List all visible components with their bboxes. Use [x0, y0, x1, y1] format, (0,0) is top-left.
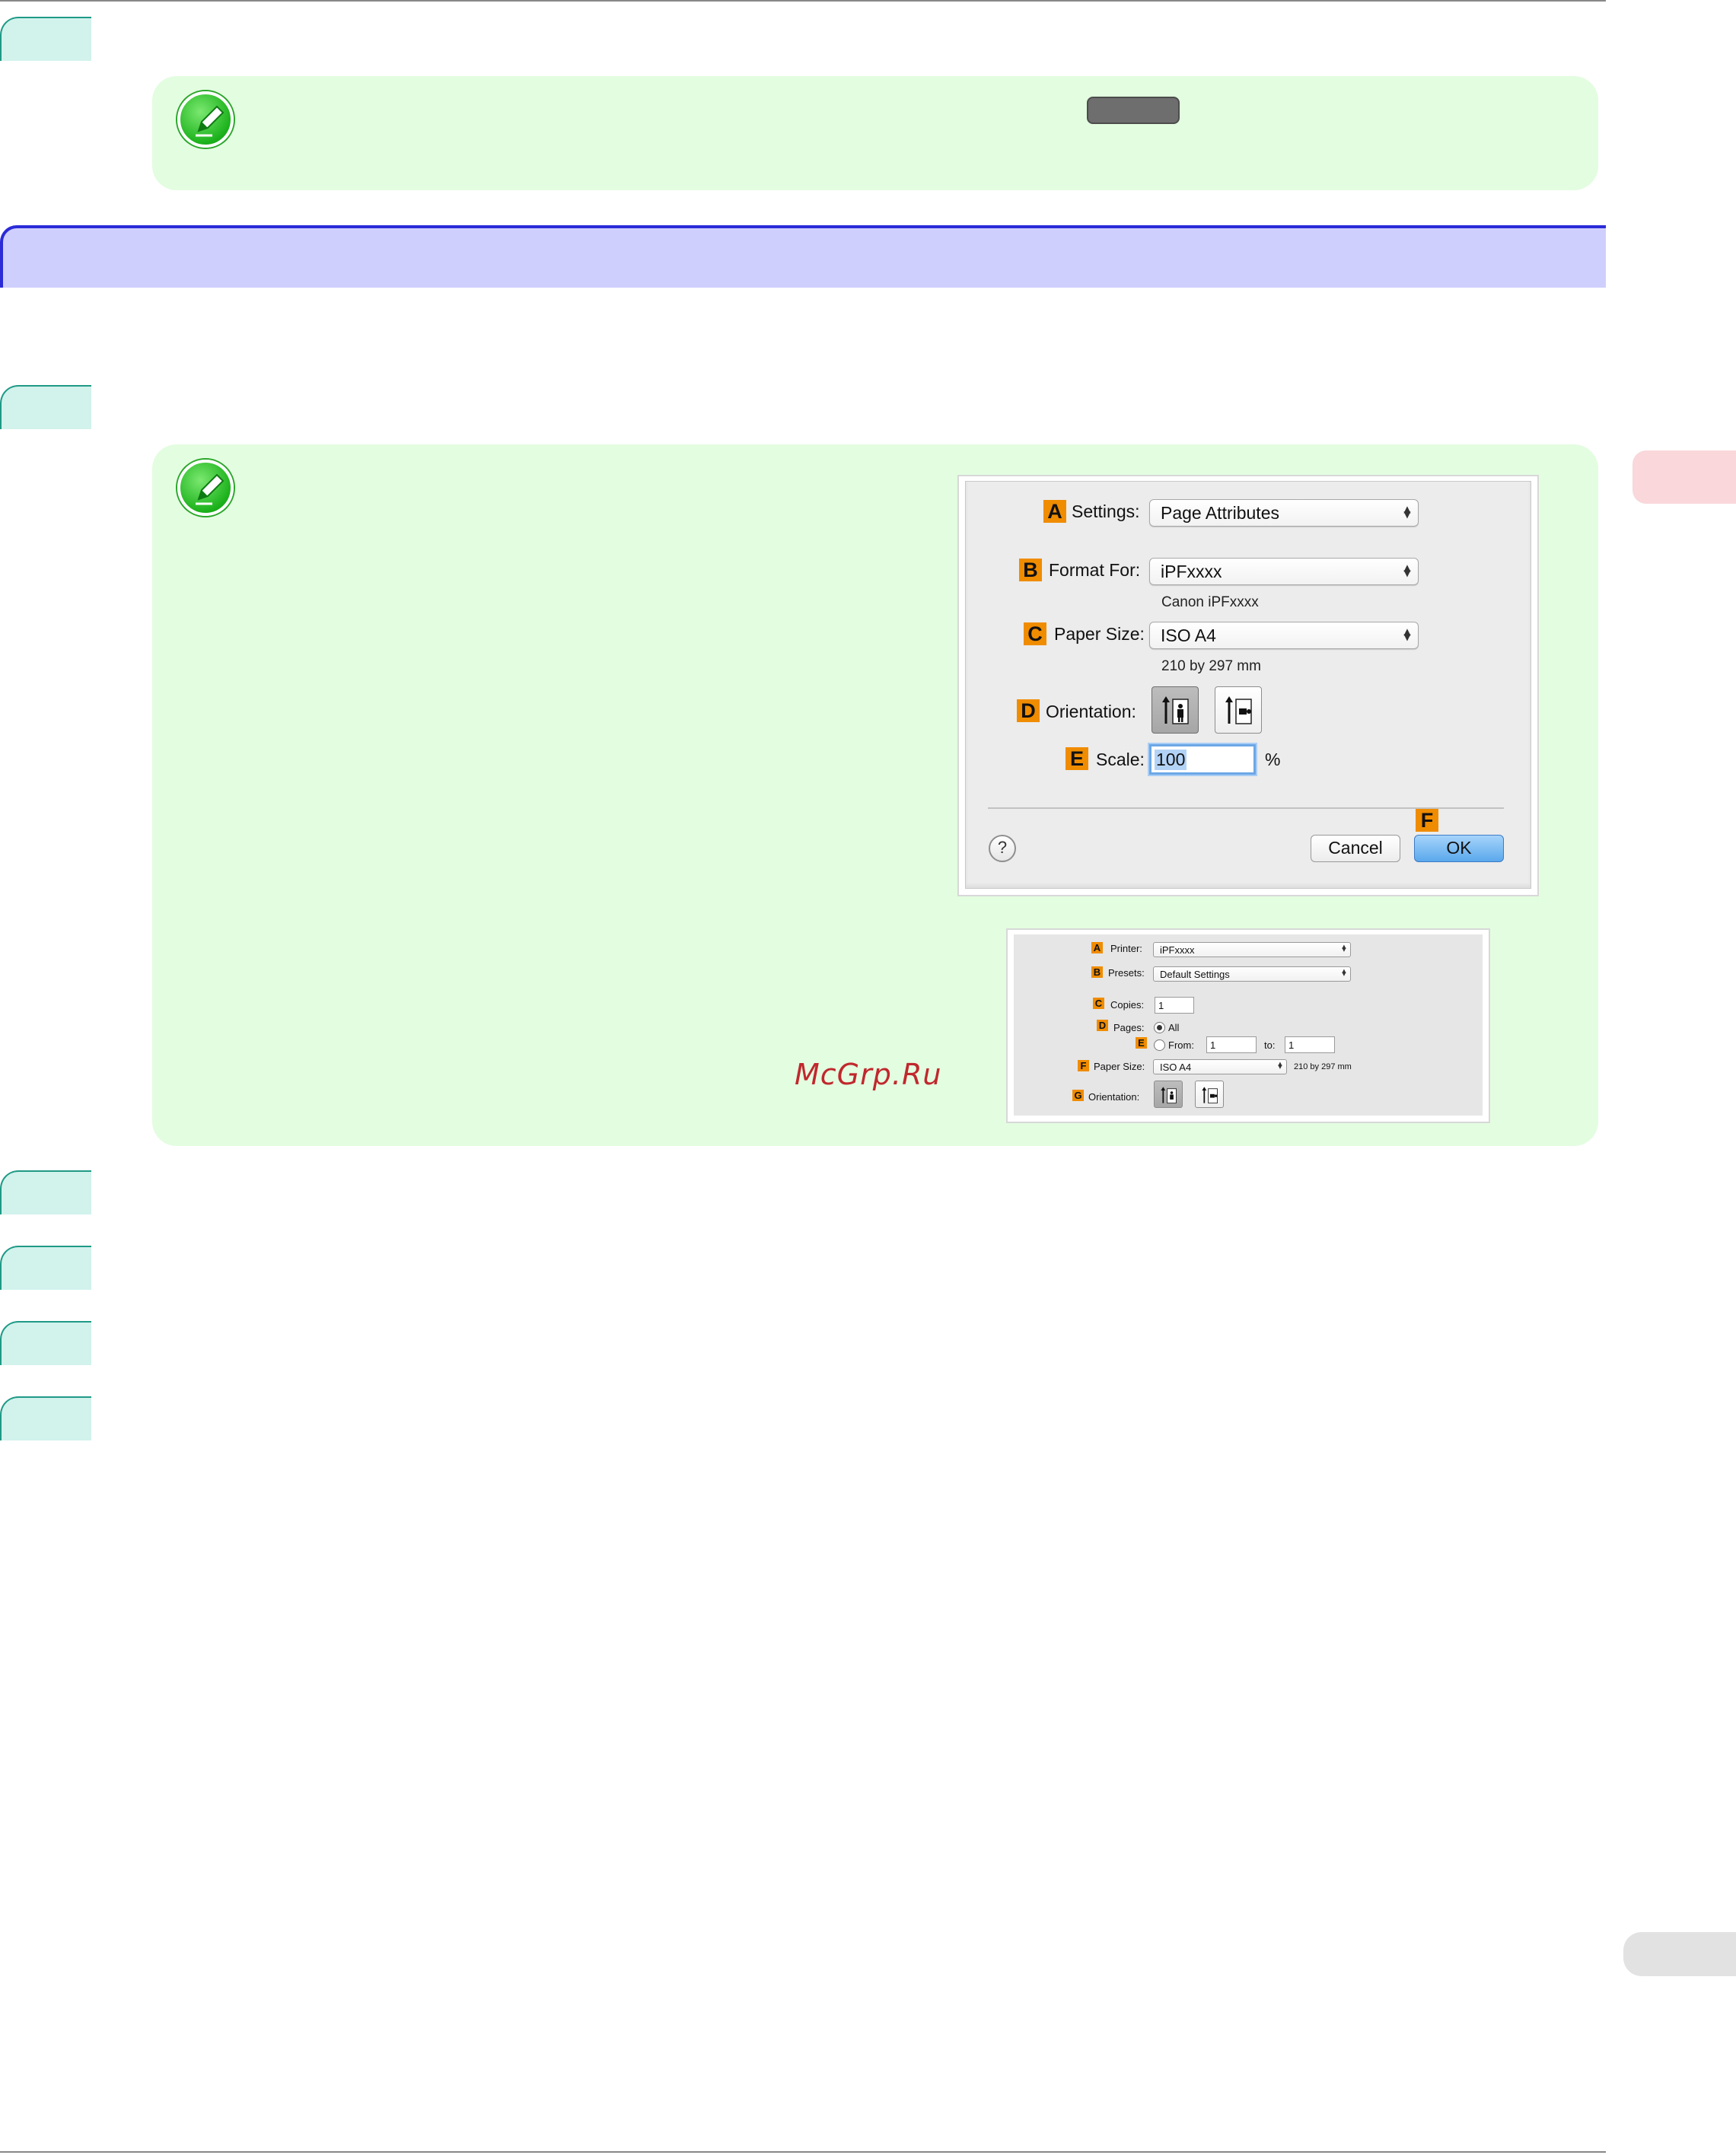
presets-label: Presets: — [1108, 967, 1145, 979]
key-badge — [1087, 97, 1180, 124]
callout-tag: E — [1065, 747, 1088, 770]
settings-value: Page Attributes — [1161, 503, 1279, 523]
landscape-orientation-button[interactable] — [1215, 686, 1262, 734]
pages-range-radio[interactable] — [1154, 1039, 1165, 1051]
bottom-rule — [0, 2151, 1606, 2153]
paper-size-dimensions: 210 by 297 mm — [1294, 1062, 1352, 1071]
settings-label: Settings: — [1072, 501, 1140, 521]
pages-all-radio[interactable] — [1154, 1022, 1165, 1033]
note-box — [152, 76, 1598, 190]
scale-label: Scale: — [1096, 750, 1145, 769]
pages-all-label: All — [1168, 1022, 1180, 1033]
callout-tag: D — [1017, 699, 1040, 722]
format-for-printer-name: Canon iPFxxxx — [1161, 594, 1259, 610]
pages-to-label: to: — [1264, 1039, 1276, 1051]
print-dialog — [1014, 934, 1483, 1116]
paper-size-dimensions: 210 by 297 mm — [1161, 658, 1261, 674]
callout-tag: G — [1072, 1090, 1084, 1101]
callout-tag: A — [1043, 500, 1066, 523]
printer-label: Printer: — [1110, 943, 1142, 954]
popup-arrows-icon: ▲ ▼ — [1342, 968, 1346, 977]
orientation-label: Orientation: — [1088, 1091, 1140, 1103]
top-rule — [0, 0, 1606, 2]
pages-from-input[interactable]: 1 — [1206, 1036, 1257, 1053]
section-heading-band — [0, 225, 1606, 288]
scale-value: 100 — [1155, 750, 1187, 770]
pages-to-input[interactable]: 1 — [1285, 1036, 1335, 1053]
paper-size-label: Paper Size: — [1054, 624, 1145, 644]
popup-arrows-icon: ▲ ▼ — [1403, 626, 1411, 642]
format-for-value: iPFxxxx — [1161, 562, 1222, 581]
paper-size-popup[interactable]: ISO A4 ▲ ▼ — [1149, 622, 1419, 649]
step-tab — [0, 1246, 91, 1290]
portrait-orientation-button[interactable] — [1151, 686, 1199, 734]
popup-arrows-icon: ▲ ▼ — [1403, 562, 1411, 578]
callout-tag: B — [1091, 966, 1103, 978]
callout-tag: E — [1136, 1037, 1147, 1049]
presets-popup[interactable]: Default Settings ▲ ▼ — [1153, 966, 1351, 982]
callout-tag: B — [1019, 559, 1042, 581]
help-button[interactable]: ? — [989, 835, 1016, 862]
step-tab — [0, 1321, 91, 1365]
copies-value: 1 — [1158, 1000, 1164, 1011]
format-for-popup[interactable]: iPFxxxx ▲ ▼ — [1149, 558, 1419, 585]
page-setup-dialog — [965, 481, 1531, 889]
scale-input[interactable]: 100 — [1149, 744, 1256, 775]
step-tab — [0, 17, 91, 61]
copies-input[interactable]: 1 — [1155, 997, 1194, 1014]
ok-button[interactable]: OK — [1414, 835, 1504, 862]
copies-label: Copies: — [1110, 999, 1145, 1011]
cancel-button[interactable]: Cancel — [1311, 835, 1400, 862]
callout-tag: C — [1024, 622, 1046, 645]
callout-tag: A — [1091, 942, 1103, 953]
paper-size-popup[interactable]: ISO A4 ▲ ▼ — [1153, 1059, 1287, 1074]
settings-popup[interactable]: Page Attributes ▲ ▼ — [1149, 499, 1419, 527]
portrait-orientation-button[interactable] — [1154, 1081, 1183, 1108]
pages-to-value: 1 — [1288, 1039, 1295, 1051]
page-side-tab[interactable] — [1623, 1932, 1736, 1976]
chapter-side-tab[interactable] — [1632, 450, 1736, 504]
landscape-orientation-button[interactable] — [1195, 1081, 1224, 1108]
callout-tag: D — [1097, 1020, 1108, 1031]
paper-size-value: ISO A4 — [1161, 625, 1216, 645]
portrait-orientation-icon — [1162, 696, 1189, 724]
orientation-label: Orientation: — [1046, 702, 1136, 721]
landscape-orientation-icon — [1202, 1087, 1218, 1104]
paper-size-value: ISO A4 — [1160, 1062, 1192, 1073]
help-icon: ? — [997, 838, 1008, 857]
callout-tag: F — [1416, 809, 1438, 832]
pencil-note-icon — [177, 91, 234, 148]
format-for-label: Format For: — [1049, 560, 1141, 580]
callout-tag: C — [1093, 998, 1104, 1009]
paper-size-label: Paper Size: — [1094, 1061, 1145, 1072]
landscape-orientation-icon — [1225, 696, 1252, 724]
popup-arrows-icon: ▲ ▼ — [1278, 1061, 1282, 1070]
step-tab — [0, 1170, 91, 1214]
pages-from-label: From: — [1168, 1039, 1194, 1051]
step-tab — [0, 1396, 91, 1440]
printer-popup[interactable]: iPFxxxx ▲ ▼ — [1153, 942, 1351, 957]
pencil-note-icon — [177, 460, 234, 516]
step-tab — [0, 385, 91, 429]
popup-arrows-icon: ▲ ▼ — [1342, 944, 1346, 953]
scale-unit: % — [1265, 750, 1281, 769]
pages-from-value: 1 — [1210, 1039, 1216, 1051]
watermark: McGrp.Ru — [795, 1058, 942, 1091]
callout-tag: F — [1078, 1060, 1089, 1071]
printer-value: iPFxxxx — [1160, 944, 1195, 956]
pages-label: Pages: — [1113, 1022, 1145, 1033]
presets-value: Default Settings — [1160, 969, 1230, 980]
popup-arrows-icon: ▲ ▼ — [1403, 504, 1411, 520]
portrait-orientation-icon — [1161, 1087, 1177, 1104]
